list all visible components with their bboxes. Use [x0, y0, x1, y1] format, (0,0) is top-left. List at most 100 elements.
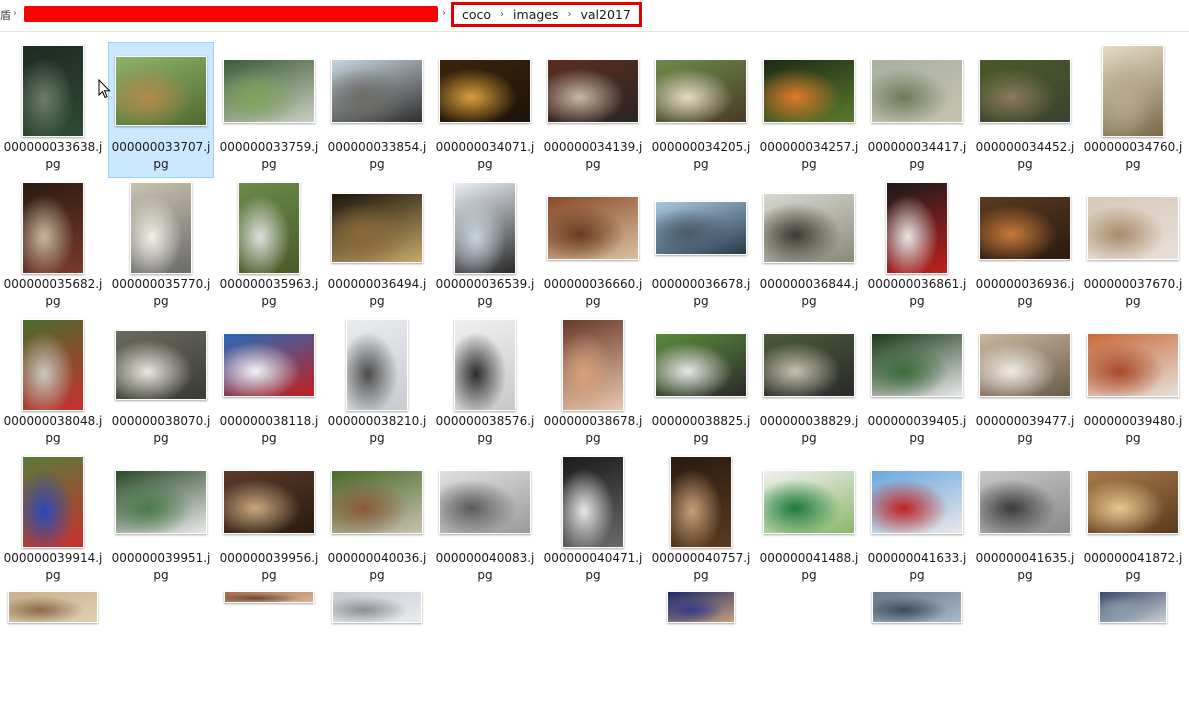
file-tile[interactable]: 000000039477.jpg [973, 317, 1077, 451]
breadcrumb-coco[interactable]: coco [458, 7, 495, 22]
file-tile[interactable] [649, 591, 753, 725]
image-thumbnail[interactable] [886, 181, 948, 274]
file-tile[interactable]: 000000041633.jpg [865, 454, 969, 588]
image-thumbnail[interactable] [655, 332, 747, 397]
file-tile[interactable]: 000000041635.jpg [973, 454, 1077, 588]
file-tile[interactable] [865, 591, 969, 725]
file-tile[interactable]: 000000036936.jpg [973, 180, 1077, 314]
file-tile[interactable] [541, 591, 645, 725]
file-tile[interactable]: 000000033638.jpg [1, 43, 105, 177]
image-thumbnail[interactable] [332, 591, 422, 623]
image-thumbnail[interactable] [346, 318, 408, 411]
file-tile[interactable]: 000000036678.jpg [649, 180, 753, 314]
file-tile[interactable]: 000000033854.jpg [325, 43, 429, 177]
file-tile[interactable]: 000000041872.jpg [1081, 454, 1185, 588]
file-tile[interactable]: 000000039956.jpg [217, 454, 321, 588]
file-tile[interactable]: 000000038048.jpg [1, 317, 105, 451]
file-tile[interactable]: 000000034071.jpg [433, 43, 537, 177]
file-tile[interactable]: 000000038210.jpg [325, 317, 429, 451]
file-tile[interactable]: 000000041488.jpg [757, 454, 861, 588]
image-thumbnail[interactable] [115, 469, 207, 534]
image-thumbnail[interactable] [1087, 332, 1179, 397]
image-thumbnail[interactable] [670, 455, 732, 548]
image-thumbnail[interactable] [979, 195, 1071, 260]
breadcrumb-val2017[interactable]: val2017 [577, 7, 635, 22]
image-thumbnail[interactable] [872, 591, 962, 623]
file-tile[interactable]: 000000033707.jpg [108, 42, 214, 178]
image-thumbnail[interactable] [979, 332, 1071, 397]
image-thumbnail[interactable] [22, 44, 84, 137]
file-tile[interactable]: 000000034452.jpg [973, 43, 1077, 177]
chevron-right-icon[interactable]: › [13, 8, 17, 19]
image-thumbnail[interactable] [1102, 44, 1164, 137]
image-thumbnail[interactable] [115, 329, 207, 400]
image-thumbnail[interactable] [871, 58, 963, 123]
file-tile[interactable] [433, 591, 537, 725]
file-tile[interactable]: 000000040036.jpg [325, 454, 429, 588]
file-tile[interactable]: 000000038678.jpg [541, 317, 645, 451]
file-tile[interactable]: 000000039951.jpg [109, 454, 213, 588]
file-tile[interactable]: 000000036539.jpg [433, 180, 537, 314]
file-tile[interactable]: 000000035770.jpg [109, 180, 213, 314]
image-thumbnail[interactable] [655, 58, 747, 123]
file-tile[interactable]: 000000034257.jpg [757, 43, 861, 177]
file-tile[interactable]: 000000036660.jpg [541, 180, 645, 314]
image-thumbnail[interactable] [763, 58, 855, 123]
image-thumbnail[interactable] [454, 181, 516, 274]
image-thumbnail[interactable] [224, 591, 314, 603]
image-thumbnail[interactable] [1087, 469, 1179, 534]
file-tile[interactable]: 000000036494.jpg [325, 180, 429, 314]
file-tile[interactable] [973, 591, 1077, 725]
image-thumbnail[interactable] [667, 591, 735, 623]
image-thumbnail[interactable] [439, 58, 531, 123]
image-thumbnail[interactable] [22, 181, 84, 274]
image-thumbnail[interactable] [331, 58, 423, 123]
file-tile[interactable] [109, 591, 213, 725]
file-tile[interactable]: 000000038118.jpg [217, 317, 321, 451]
image-thumbnail[interactable] [223, 332, 315, 397]
file-tile[interactable]: 000000037670.jpg [1081, 180, 1185, 314]
image-thumbnail[interactable] [8, 591, 98, 623]
image-thumbnail[interactable] [331, 192, 423, 263]
file-tile[interactable]: 000000035963.jpg [217, 180, 321, 314]
address-bar[interactable]: 盾 › › coco › images › val2017 [0, 0, 1189, 32]
file-tile[interactable] [757, 591, 861, 725]
file-tile[interactable]: 000000035682.jpg [1, 180, 105, 314]
chevron-right-icon[interactable]: › [442, 8, 446, 19]
file-tile[interactable] [325, 591, 429, 725]
file-tile[interactable]: 000000038829.jpg [757, 317, 861, 451]
image-thumbnail[interactable] [1099, 591, 1167, 623]
image-thumbnail[interactable] [547, 195, 639, 260]
image-thumbnail[interactable] [439, 469, 531, 534]
image-thumbnail[interactable] [562, 455, 624, 548]
image-thumbnail[interactable] [562, 318, 624, 411]
file-tile[interactable]: 000000034417.jpg [865, 43, 969, 177]
image-thumbnail[interactable] [547, 58, 639, 123]
image-thumbnail[interactable] [655, 200, 747, 255]
image-thumbnail[interactable] [22, 318, 84, 411]
file-tile[interactable]: 000000039405.jpg [865, 317, 969, 451]
chevron-right-icon[interactable]: › [495, 9, 509, 20]
file-tile[interactable]: 000000038576.jpg [433, 317, 537, 451]
file-tile[interactable] [1081, 591, 1185, 725]
file-tile[interactable] [217, 591, 321, 725]
file-tile[interactable]: 000000036844.jpg [757, 180, 861, 314]
file-tile[interactable]: 000000036861.jpg [865, 180, 969, 314]
file-tile[interactable]: 000000034139.jpg [541, 43, 645, 177]
file-tile[interactable]: 000000034205.jpg [649, 43, 753, 177]
file-tile[interactable]: 000000034760.jpg [1081, 43, 1185, 177]
image-thumbnail[interactable] [979, 58, 1071, 123]
image-thumbnail[interactable] [871, 332, 963, 397]
file-tile[interactable]: 000000039480.jpg [1081, 317, 1185, 451]
image-thumbnail[interactable] [115, 55, 207, 126]
image-thumbnail[interactable] [454, 318, 516, 411]
image-thumbnail[interactable] [130, 181, 192, 274]
chevron-right-icon[interactable]: › [563, 9, 577, 20]
image-thumbnail[interactable] [763, 469, 855, 534]
file-tile[interactable]: 000000040471.jpg [541, 454, 645, 588]
file-tile[interactable]: 000000033759.jpg [217, 43, 321, 177]
image-thumbnail[interactable] [331, 469, 423, 534]
image-thumbnail[interactable] [238, 181, 300, 274]
file-tile[interactable]: 000000040083.jpg [433, 454, 537, 588]
image-thumbnail[interactable] [223, 58, 315, 123]
